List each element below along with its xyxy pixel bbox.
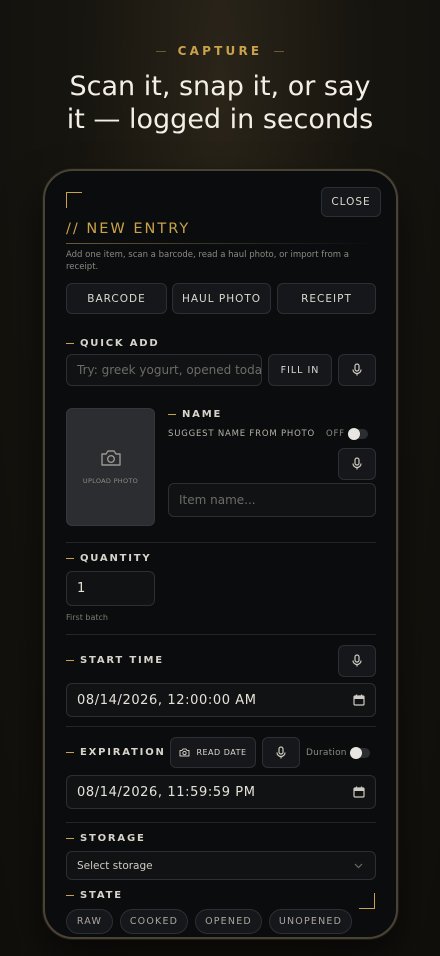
receipt-button[interactable]: RECEIPT [277,283,376,314]
headline-line-1: Scan it, snap it, or say [69,71,371,102]
calendar-icon[interactable] [353,786,365,798]
fill-in-button[interactable]: FILL IN [268,354,332,386]
page-description: Add one item, scan a barcode, read a hau… [66,250,349,272]
section-marker [66,557,74,560]
storage-label: STORAGE [66,833,146,844]
state-option-raw[interactable]: RAW [66,909,113,934]
quick-add-mic-button[interactable] [338,354,376,386]
section-marker [66,659,74,662]
eyebrow-label: CAPTURE [177,44,263,58]
quantity-hint: First batch [66,613,108,622]
barcode-button[interactable]: BARCODE [66,283,167,314]
state-label-text: STATE [80,890,123,901]
storage-label-text: STORAGE [80,833,146,844]
item-name-input[interactable]: Item name... [168,483,376,517]
start-time-input[interactable]: 08/14/2026, 12:00:00 AM [66,683,376,717]
expiration-label-text: EXPIRATION [80,747,166,758]
page-title: // NEW ENTRY [66,221,191,237]
suggest-name-label: SUGGEST NAME FROM PHOTO [168,429,316,439]
phone-frame: CLOSE // NEW ENTRY Add one item, scan a … [43,169,398,939]
upload-photo-label: UPLOAD PHOTO [82,477,139,485]
expiration-label: EXPIRATION [66,747,166,758]
corner-bracket-bottom-right [359,893,375,909]
name-label-text: NAME [182,409,223,420]
divider [66,822,376,823]
expiration-value: 08/14/2026, 11:59:59 PM [77,784,256,800]
microphone-icon [276,745,286,758]
microphone-icon [352,457,362,470]
divider [66,726,376,727]
quick-add-label: QUICK ADD [66,338,159,349]
suggest-name-toggle[interactable] [348,428,368,440]
corner-bracket-top-left [66,192,82,208]
section-marker [66,837,74,840]
headline-line-2: it — logged in seconds [66,104,374,135]
divider [66,634,376,635]
start-time-mic-button[interactable] [338,645,376,677]
haul-photo-button[interactable]: HAUL PHOTO [172,283,271,314]
chevron-down-icon [354,863,363,869]
section-marker [168,413,176,416]
storage-select[interactable]: Select storage [66,851,376,880]
toggle-knob [350,747,362,759]
name-label: NAME [168,409,222,420]
storage-selected-value: Select storage [77,859,153,872]
name-mic-button[interactable] [338,448,376,480]
state-option-opened[interactable]: OPENED [195,909,262,934]
eyebrow-dash-left [155,50,166,52]
quantity-label-text: QUANTITY [80,553,152,564]
toggle-knob [348,428,360,440]
calendar-icon[interactable] [353,694,365,706]
expiration-input[interactable]: 08/14/2026, 11:59:59 PM [66,775,376,809]
expiration-mic-button[interactable] [262,737,300,768]
start-time-value: 08/14/2026, 12:00:00 AM [77,692,257,708]
title-divider [66,243,376,244]
quantity-label: QUANTITY [66,553,151,564]
eyebrow-dash-right [274,50,285,52]
close-button[interactable]: CLOSE [321,187,381,217]
duration-toggle[interactable] [350,747,370,759]
read-date-button[interactable]: READ DATE [170,737,256,768]
state-option-cooked[interactable]: COOKED [120,909,188,934]
quick-add-input[interactable]: Try: greek yogurt, opened today, … [66,354,262,386]
start-time-label-text: START TIME [80,655,164,666]
divider [66,542,376,543]
section-marker [66,342,74,345]
headline: Scan it, snap it, or say it — logged in … [0,70,440,136]
new-entry-screen: CLOSE // NEW ENTRY Add one item, scan a … [45,171,396,937]
state-label: STATE [66,890,123,901]
state-option-unopened[interactable]: UNOPENED [269,909,352,934]
eyebrow: CAPTURE [0,44,440,58]
camera-icon [179,748,190,757]
duration-label: Duration [306,748,347,758]
suggest-name-state: OFF [326,429,345,439]
start-time-label: START TIME [66,655,164,666]
microphone-icon [352,363,362,376]
section-marker [66,751,74,754]
quick-add-label-text: QUICK ADD [80,338,160,349]
read-date-label: READ DATE [196,748,247,757]
camera-icon [100,450,121,466]
quantity-input[interactable]: 1 [66,571,155,606]
upload-photo-box[interactable]: UPLOAD PHOTO [66,408,155,526]
section-marker [66,894,74,897]
microphone-icon [352,654,362,667]
